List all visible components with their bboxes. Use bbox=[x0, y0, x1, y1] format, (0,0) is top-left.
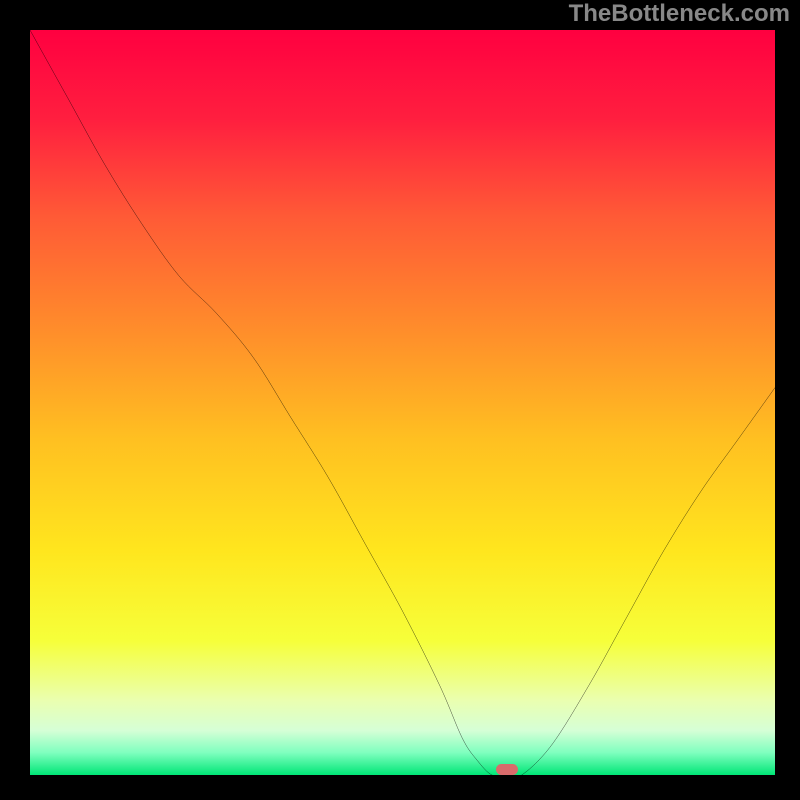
plot-area bbox=[30, 30, 775, 775]
optimal-marker bbox=[496, 764, 518, 775]
chart-container: { "watermark": "TheBottleneck.com", "cha… bbox=[0, 0, 800, 800]
watermark-text: TheBottleneck.com bbox=[569, 0, 790, 28]
bottleneck-curve bbox=[30, 30, 775, 775]
